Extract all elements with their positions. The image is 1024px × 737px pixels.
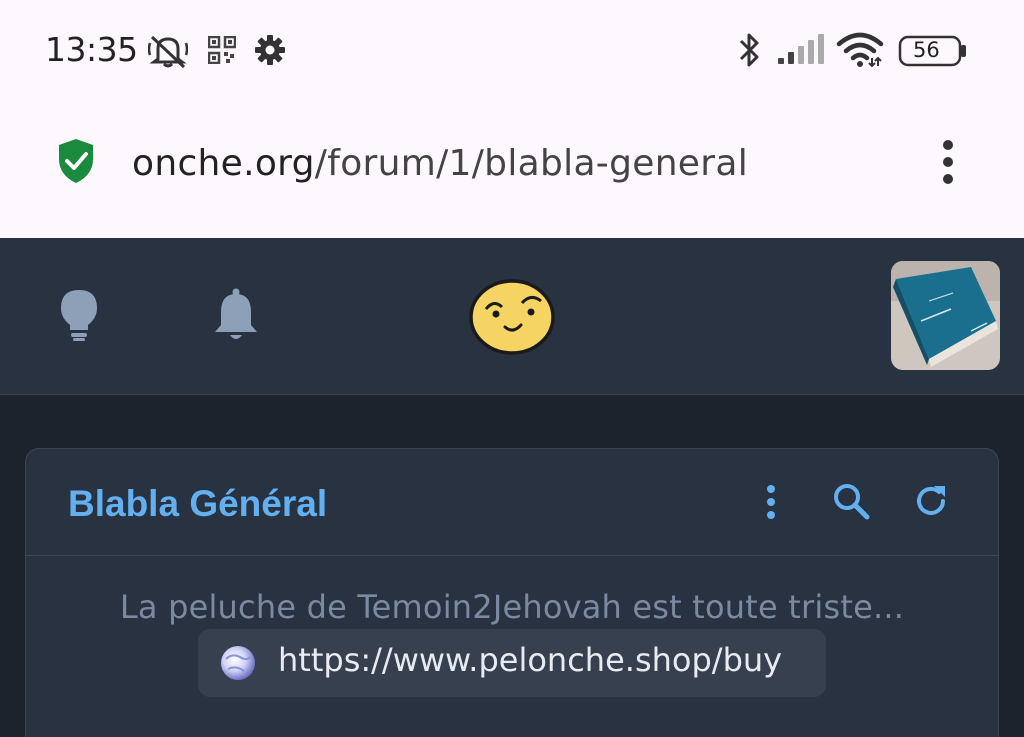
wifi-icon — [836, 32, 884, 68]
shield-check-icon[interactable] — [56, 137, 96, 185]
shop-link-text[interactable]: https://www.pelonche.shop/buy — [278, 641, 782, 679]
battery-level: 56 — [913, 38, 940, 62]
forum-card-header: Blabla Général — [26, 449, 998, 556]
gear-icon — [255, 35, 285, 65]
kebab-menu-icon[interactable] — [765, 484, 777, 520]
site-header — [0, 238, 1024, 395]
url-path: /forum/1/blabla-general — [314, 143, 749, 184]
lightbulb-icon[interactable] — [58, 288, 100, 342]
kebab-menu-icon[interactable] — [940, 138, 956, 186]
plush-notice-text: La peluche de Temoin2Jehovah est toute t… — [119, 588, 905, 626]
status-time: 13:35 — [45, 30, 138, 69]
url-domain: onche.org — [132, 143, 315, 184]
smiley-logo[interactable] — [469, 279, 555, 355]
signal-icon — [778, 34, 824, 64]
refresh-icon[interactable] — [912, 482, 950, 520]
muted-bell-icon — [148, 35, 188, 69]
bell-icon[interactable] — [211, 287, 261, 343]
user-avatar[interactable] — [891, 261, 1000, 370]
url-text[interactable]: onche.org/forum/1/blabla-general — [132, 143, 748, 184]
bluetooth-icon — [739, 33, 759, 67]
shop-link[interactable]: https://www.pelonche.shop/buy — [198, 629, 826, 697]
qr-code-icon — [208, 36, 236, 64]
search-icon[interactable] — [832, 482, 870, 520]
globe-icon — [221, 646, 255, 680]
forum-title[interactable]: Blabla Général — [68, 483, 327, 525]
status-bar: 13:35 56 — [0, 0, 1024, 100]
